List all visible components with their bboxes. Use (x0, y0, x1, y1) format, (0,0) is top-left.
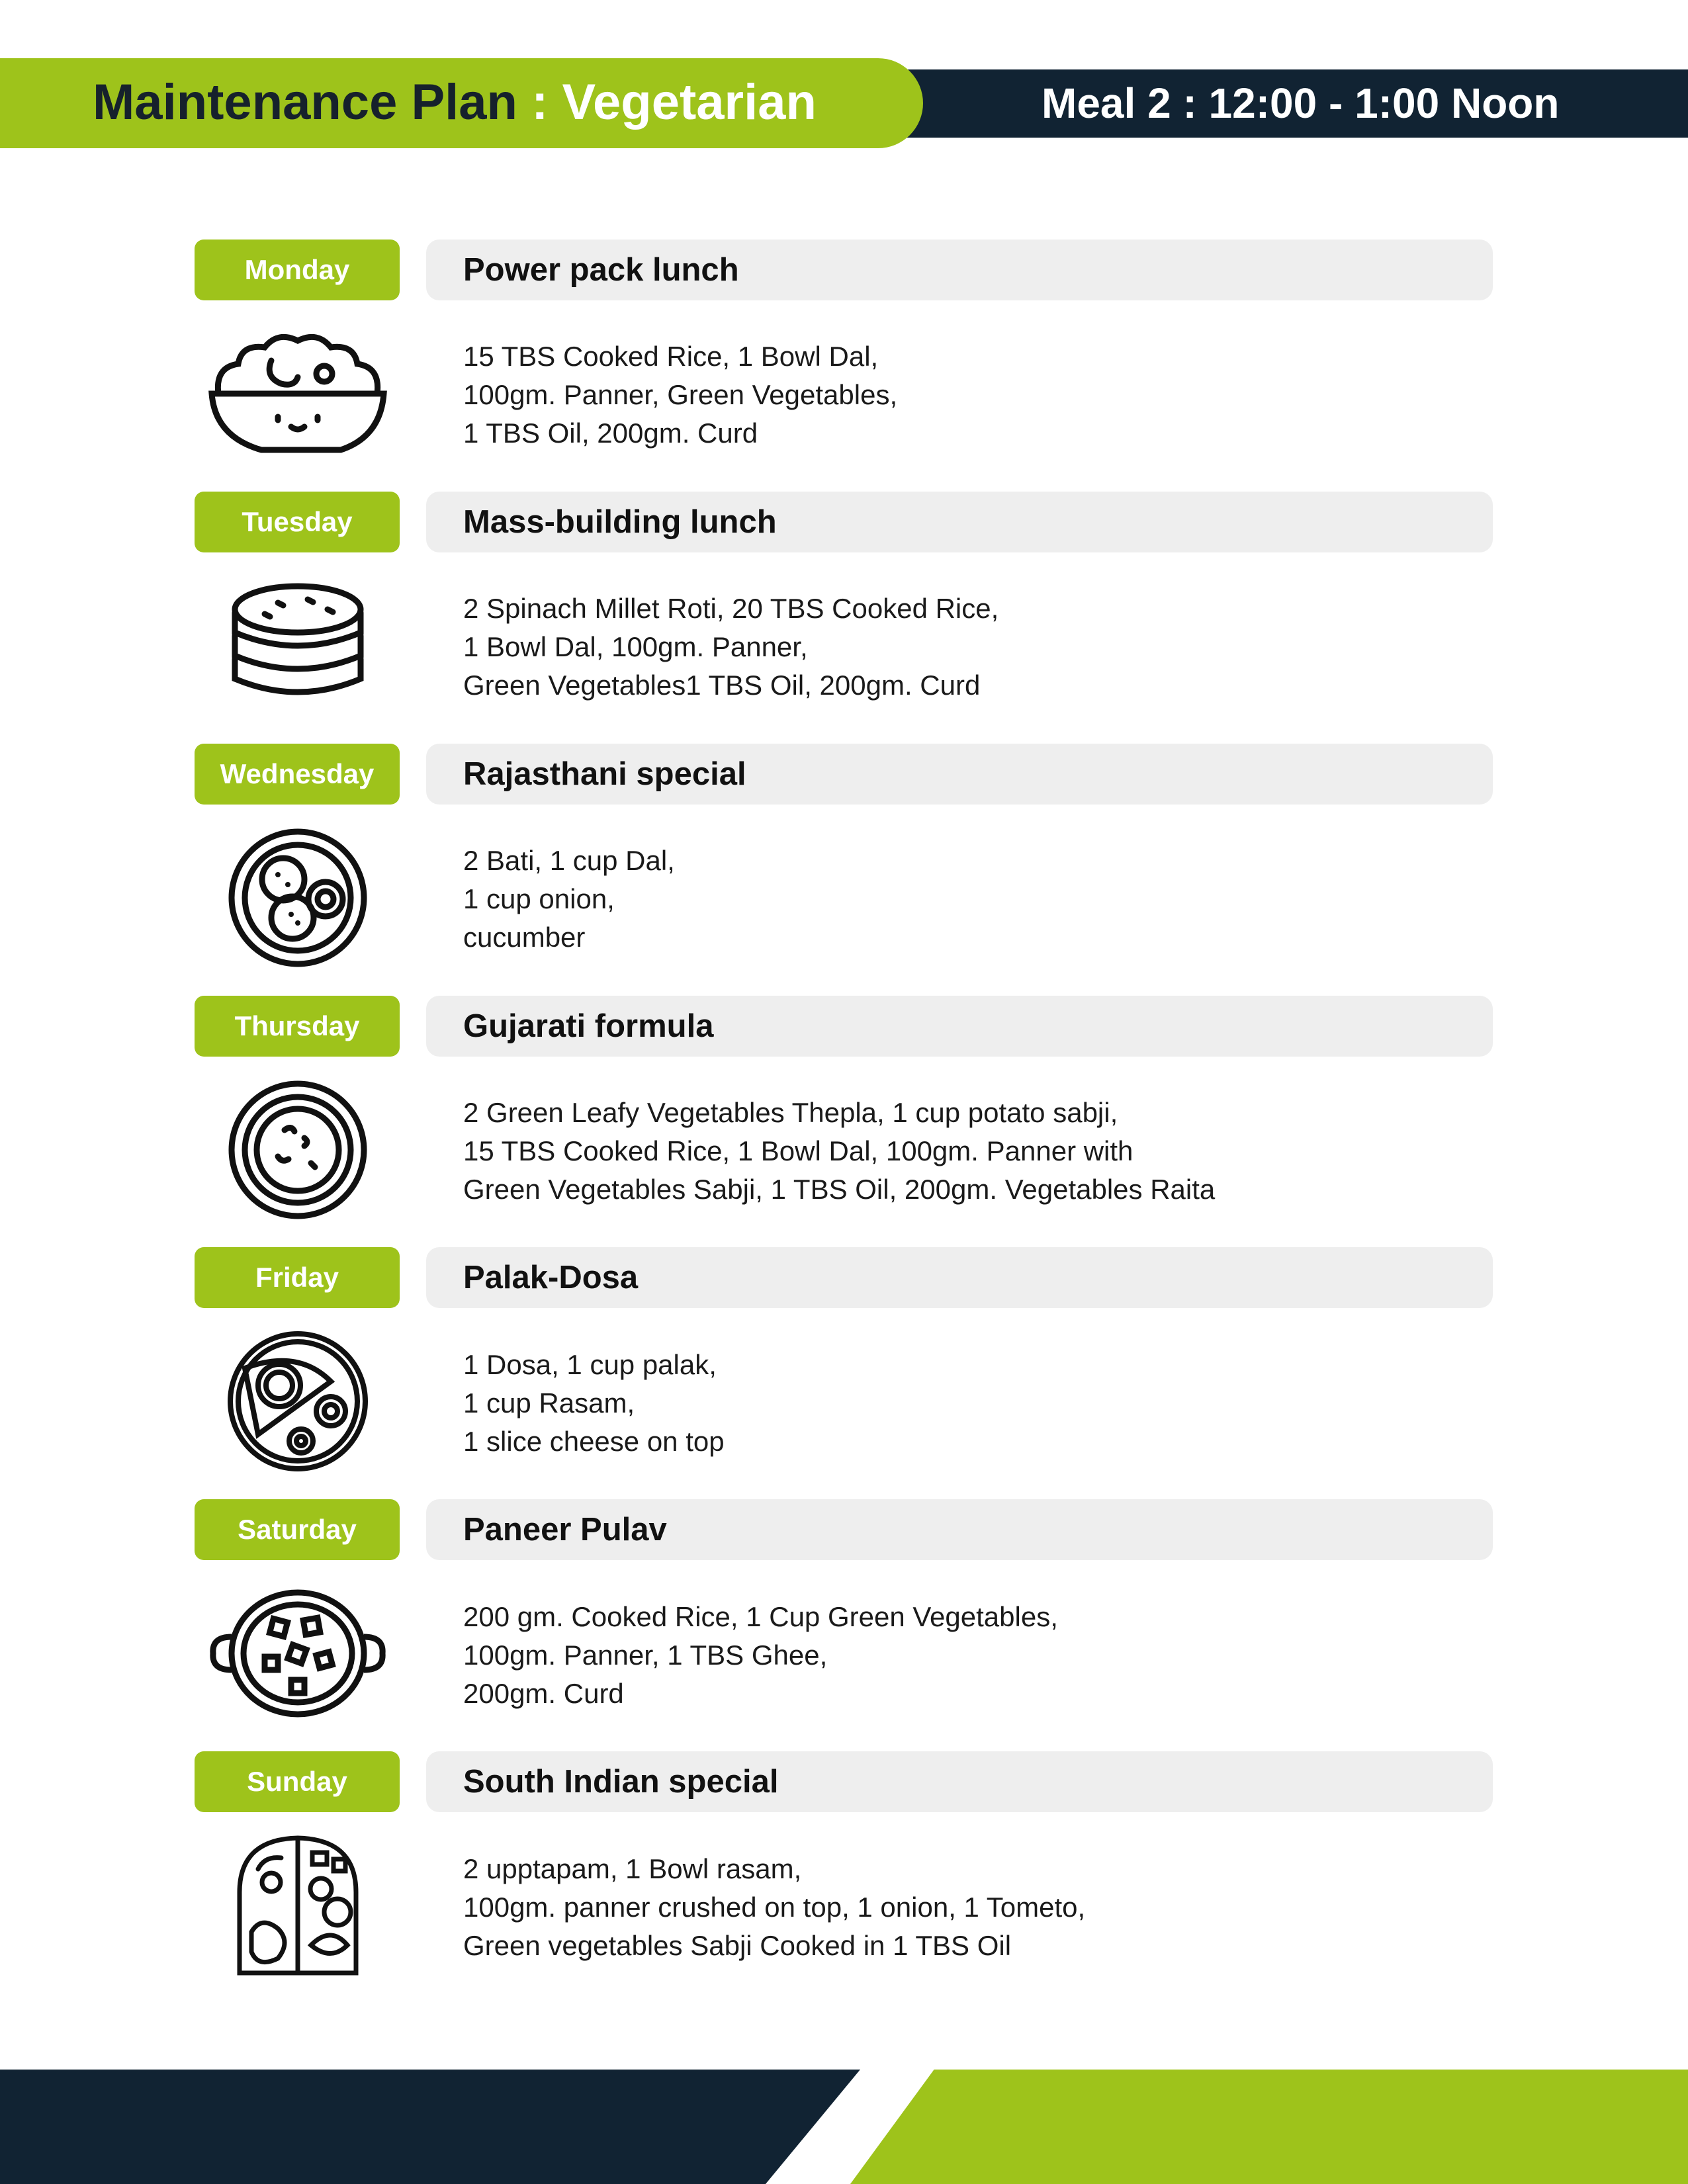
meal-bar-wednesday: Rajasthani special (426, 744, 1493, 805)
meal-line: 1 Dosa, 1 cup palak, (463, 1349, 717, 1380)
meal-line: Green Vegetables1 TBS Oil, 200gm. Curd (463, 670, 981, 701)
meal-line: cucumber (463, 922, 586, 953)
meal-line: 15 TBS Cooked Rice, 1 Bowl Dal, 100gm. P… (463, 1135, 1133, 1166)
meal-line: 2 Bati, 1 cup Dal, (463, 845, 675, 876)
meal-line: 100gm. Panner, Green Vegetables, (463, 379, 898, 410)
meal-description-wednesday: 2 Bati, 1 cup Dal, 1 cup onion, cucumber (463, 842, 1456, 957)
meal-line: 1 cup Rasam, (463, 1387, 635, 1419)
footer-green-band (850, 2070, 1688, 2184)
day-label-tuesday: Tuesday (195, 492, 400, 552)
meal-line: 100gm. panner crushed on top, 1 onion, 1… (463, 1892, 1086, 1923)
footer-dark-band (0, 2070, 860, 2184)
meal-bar-saturday: Paneer Pulav (426, 1499, 1493, 1560)
meal-line: Green vegetables Sabji Cooked in 1 TBS O… (463, 1930, 1012, 1961)
meal-line: 1 slice cheese on top (463, 1426, 725, 1457)
meal-line: 2 Green Leafy Vegetables Thepla, 1 cup p… (463, 1097, 1118, 1128)
meal-title: Rajasthani special (463, 756, 746, 792)
day-label-friday: Friday (195, 1247, 400, 1308)
day-label-saturday: Saturday (195, 1499, 400, 1560)
dosa-plate-icon (199, 1329, 397, 1474)
meal-description-monday: 15 TBS Cooked Rice, 1 Bowl Dal, 100gm. P… (463, 337, 1456, 453)
meal-bar-sunday: South Indian special (426, 1751, 1493, 1812)
diet-label: Vegetarian (562, 74, 817, 130)
meal-line: 200 gm. Cooked Rice, 1 Cup Green Vegetab… (463, 1601, 1058, 1632)
pulav-pot-icon (199, 1581, 397, 1726)
meal-title: Gujarati formula (463, 1008, 714, 1044)
meal-title: South Indian special (463, 1764, 779, 1800)
meal-description-friday: 1 Dosa, 1 cup palak, 1 cup Rasam, 1 slic… (463, 1346, 1456, 1461)
thali-icon (199, 1833, 397, 1978)
meal-title: Palak-Dosa (463, 1260, 639, 1295)
meal-line: 100gm. Panner, 1 TBS Ghee, (463, 1639, 828, 1671)
thepla-plate-icon (199, 1077, 397, 1223)
meal-line: 200gm. Curd (463, 1678, 624, 1709)
meal-description-saturday: 200 gm. Cooked Rice, 1 Cup Green Vegetab… (463, 1598, 1456, 1713)
title-separator: : (517, 74, 562, 130)
day-label-monday: Monday (195, 240, 400, 300)
meal-bar-friday: Palak-Dosa (426, 1247, 1493, 1308)
day-label-sunday: Sunday (195, 1751, 400, 1812)
page-title: Maintenance Plan : Vegetarian (93, 66, 817, 139)
meal-line: Green Vegetables Sabji, 1 TBS Oil, 200gm… (463, 1174, 1216, 1205)
rice-bowl-icon (199, 321, 397, 466)
meal-line: 1 TBS Oil, 200gm. Curd (463, 417, 758, 449)
meal-bar-tuesday: Mass-building lunch (426, 492, 1493, 552)
meal-bar-thursday: Gujarati formula (426, 996, 1493, 1057)
roti-stack-icon (199, 573, 397, 719)
meal-bar-monday: Power pack lunch (426, 240, 1493, 300)
meal-time: Meal 2 : 12:00 - 1:00 Noon (1042, 79, 1560, 127)
meal-description-tuesday: 2 Spinach Millet Roti, 20 TBS Cooked Ric… (463, 590, 1456, 705)
meal-title: Mass-building lunch (463, 504, 777, 540)
day-label-thursday: Thursday (195, 996, 400, 1057)
meal-description-sunday: 2 upptapam, 1 Bowl rasam, 100gm. panner … (463, 1850, 1456, 1965)
meal-line: 1 Bowl Dal, 100gm. Panner, (463, 631, 808, 662)
meal-line: 1 cup onion, (463, 883, 615, 914)
meal-description-thursday: 2 Green Leafy Vegetables Thepla, 1 cup p… (463, 1094, 1456, 1209)
meal-line: 15 TBS Cooked Rice, 1 Bowl Dal, (463, 341, 879, 372)
meal-line: 2 Spinach Millet Roti, 20 TBS Cooked Ric… (463, 593, 999, 624)
meal-line: 2 upptapam, 1 Bowl rasam, (463, 1853, 802, 1884)
plan-label: Maintenance Plan (93, 74, 517, 130)
day-label-wednesday: Wednesday (195, 744, 400, 805)
meal-title: Paneer Pulav (463, 1512, 667, 1548)
meal-title: Power pack lunch (463, 252, 739, 288)
bati-plate-icon (199, 825, 397, 971)
